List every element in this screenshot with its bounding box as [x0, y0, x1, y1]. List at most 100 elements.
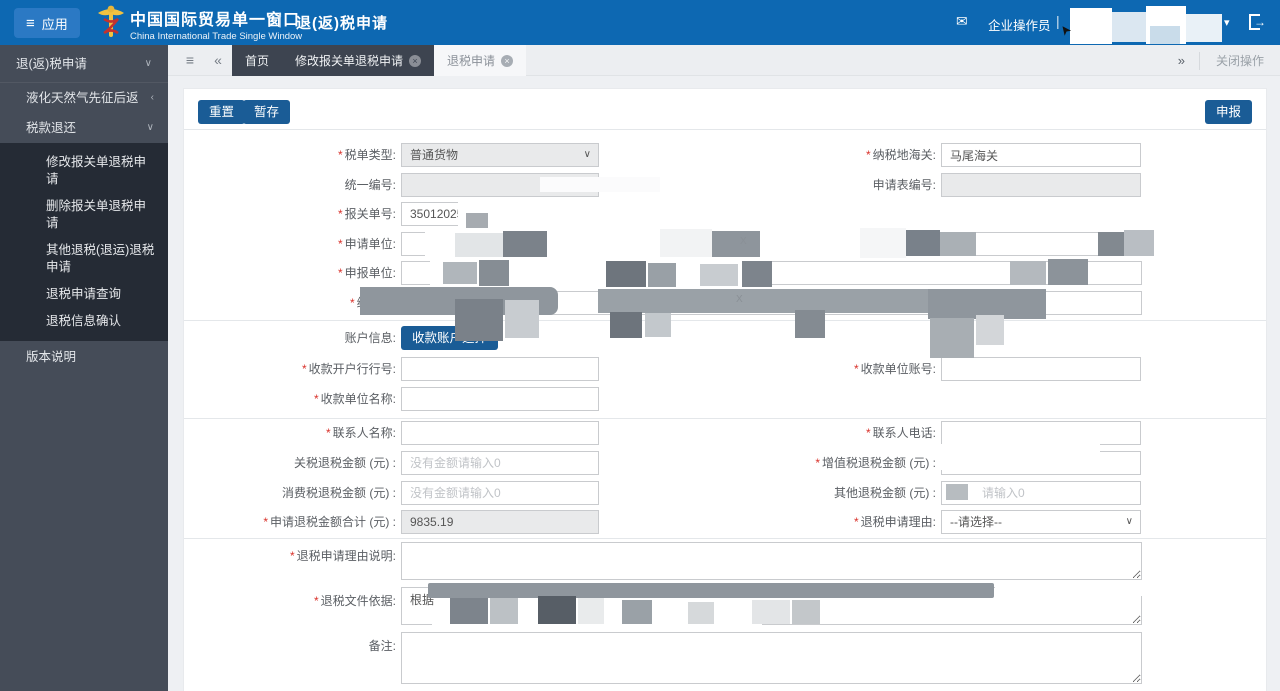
sidebar-item-other-refund[interactable]: 其他退税(退运)退税申请: [0, 237, 168, 281]
contact-phone-input[interactable]: [941, 421, 1141, 445]
tab-list: 首页 修改报关单退税申请 × 退税申请 ×: [232, 45, 527, 76]
divider: [184, 418, 1266, 419]
mail-icon[interactable]: ✉: [956, 13, 968, 30]
redaction-mosaic: [645, 313, 671, 337]
required-asterisk: *: [853, 362, 859, 376]
tab-menu-icon[interactable]: ≡: [178, 45, 202, 76]
receiver-unit-name-label: * 收款单位名称:: [313, 392, 396, 406]
contact-name-input[interactable]: [401, 421, 599, 445]
sidebar-item-refund-query[interactable]: 退税申请查询: [0, 281, 168, 308]
required-asterisk: *: [865, 148, 871, 162]
save-draft-button[interactable]: 暂存: [243, 100, 291, 124]
menu-icon: ≡: [26, 14, 35, 32]
reason-desc-textarea[interactable]: [401, 542, 1142, 580]
form-row: *申请退税金额合计 (元) : *退税申请理由: --请选择-- ∨: [184, 510, 1266, 534]
redaction-mosaic: [792, 600, 820, 624]
app-menu-button[interactable]: ≡ 应用: [14, 8, 80, 38]
consumption-refund-input[interactable]: [401, 481, 599, 505]
file-basis-label: * 退税文件依据:: [313, 594, 396, 608]
tariff-refund-input[interactable]: [401, 451, 599, 475]
redaction-mosaic: [455, 299, 503, 341]
redaction-mosaic: [930, 318, 974, 358]
redaction-mosaic: [795, 310, 825, 338]
receiver-account-no-input[interactable]: [941, 357, 1141, 381]
tab-modify-decl-refund[interactable]: 修改报关单退税申请 ×: [282, 45, 435, 76]
header-divider: |: [278, 11, 283, 28]
brand-title: 中国国际贸易单一窗口: [130, 12, 301, 29]
total-refund-label: * 申请退税金额合计 (元) :: [263, 515, 396, 529]
redaction-mosaic: [503, 231, 547, 257]
operator-role-label: 企业操作员: [988, 19, 1051, 33]
redaction-mosaic: [450, 598, 488, 626]
tax-customs-label: * 纳税地海关:: [865, 148, 936, 162]
required-asterisk: *: [313, 392, 319, 406]
refund-reason-label: * 退税申请理由:: [853, 515, 936, 529]
tariff-refund-label: 关税退税金额 (元) :: [294, 456, 396, 470]
receiver-unit-name-input[interactable]: [401, 387, 599, 411]
reason-desc-label: * 退税申请理由说明:: [289, 549, 396, 563]
sidebar-item-delete-decl-refund[interactable]: 删除报关单退税申请: [0, 193, 168, 237]
redaction-mosaic: [700, 264, 738, 286]
declare-button[interactable]: 申报: [1204, 100, 1252, 124]
receiver-bank-no-label: * 收款开户行行号:: [301, 362, 396, 376]
redaction-mosaic: [432, 624, 762, 629]
required-asterisk: *: [865, 426, 871, 440]
close-operations-button[interactable]: 关闭操作: [1200, 52, 1280, 69]
chevron-left-icon: ‹: [150, 92, 154, 103]
form-row: 消费税退税金额 (元) : 其他退税金额 (元) :: [184, 481, 1266, 505]
tab-refund-apply[interactable]: 退税申请 ×: [434, 45, 527, 76]
form-row: 关税退税金额 (元) : *增值税退税金额 (元) :: [184, 451, 1266, 475]
sidebar-item-modify-decl-refund[interactable]: 修改报关单退税申请: [0, 149, 168, 193]
receiver-bank-no-input[interactable]: [401, 357, 599, 381]
close-icon[interactable]: ×: [409, 54, 422, 67]
redaction-artifact: X: [736, 294, 743, 305]
form-row: * 税单类型: 普通货物 ∨ * 纳税地海关:: [184, 143, 1266, 167]
remarks-textarea[interactable]: [401, 632, 1142, 684]
logout-icon[interactable]: →: [1249, 14, 1266, 30]
redaction-mosaic: [479, 260, 509, 286]
form-row: * 报关单号:: [184, 202, 1266, 226]
redaction-mosaic: [976, 315, 1004, 345]
required-asterisk: *: [337, 148, 343, 162]
redaction-mosaic: [578, 598, 604, 626]
refund-reason-select[interactable]: --请选择-- ∨: [941, 510, 1141, 534]
unified-no-label: 统一编号:: [344, 178, 396, 192]
page-title: 退(返)税申请: [296, 15, 388, 32]
chevron-down-icon: ∨: [144, 58, 152, 69]
brand-subtitle: China International Trade Single Window: [130, 31, 303, 42]
redaction-mosaic: [505, 300, 539, 338]
contact-name-label: * 联系人名称:: [325, 426, 396, 440]
tab-home[interactable]: 首页: [232, 45, 283, 76]
remarks-label: 备注:: [368, 639, 396, 653]
sidebar-item-refund-confirm[interactable]: 退税信息确认: [0, 308, 168, 335]
chevron-down-icon[interactable]: ▾: [1224, 16, 1230, 29]
divider: [184, 538, 1266, 539]
redaction-mosaic: [946, 484, 968, 500]
other-refund-input[interactable]: [941, 481, 1141, 505]
form-row: 备注:: [184, 632, 1266, 686]
required-asterisk: *: [289, 549, 295, 563]
form-row: 统一编号: 申请表编号:: [184, 173, 1266, 197]
expand-tabs-icon[interactable]: »: [1164, 53, 1199, 68]
tax-bill-type-select[interactable]: 普通货物 ∨: [401, 143, 599, 167]
other-refund-label: 其他退税金额 (元) :: [834, 486, 936, 500]
required-asterisk: *: [349, 296, 355, 310]
brand-logo: [94, 5, 128, 46]
form-row: 账户信息: 收款账户选择: [184, 326, 1266, 350]
divider: [184, 320, 1266, 321]
redaction-mosaic: [648, 263, 676, 287]
redaction-mosaic: [1070, 8, 1112, 44]
collapse-tabs-icon[interactable]: «: [206, 45, 230, 76]
redaction-mosaic: [540, 177, 660, 192]
close-icon[interactable]: ×: [501, 54, 514, 67]
sidebar-item-version-notes[interactable]: 版本说明: [0, 341, 168, 373]
redaction-mosaic: [538, 596, 576, 626]
sidebar-root-tax-refund[interactable]: 退(返)税申请 ∨: [0, 45, 168, 83]
sidebar-item-tax-return[interactable]: 税款退还 ∨: [0, 113, 168, 143]
redaction-mosaic: [752, 600, 790, 624]
app-menu-label: 应用: [41, 16, 68, 32]
reset-button[interactable]: 重置: [198, 100, 246, 124]
sidebar-item-lng[interactable]: 液化天然气先征后返 ‹: [0, 83, 168, 113]
tax-customs-input[interactable]: [941, 143, 1141, 167]
redaction-mosaic: [742, 261, 772, 287]
